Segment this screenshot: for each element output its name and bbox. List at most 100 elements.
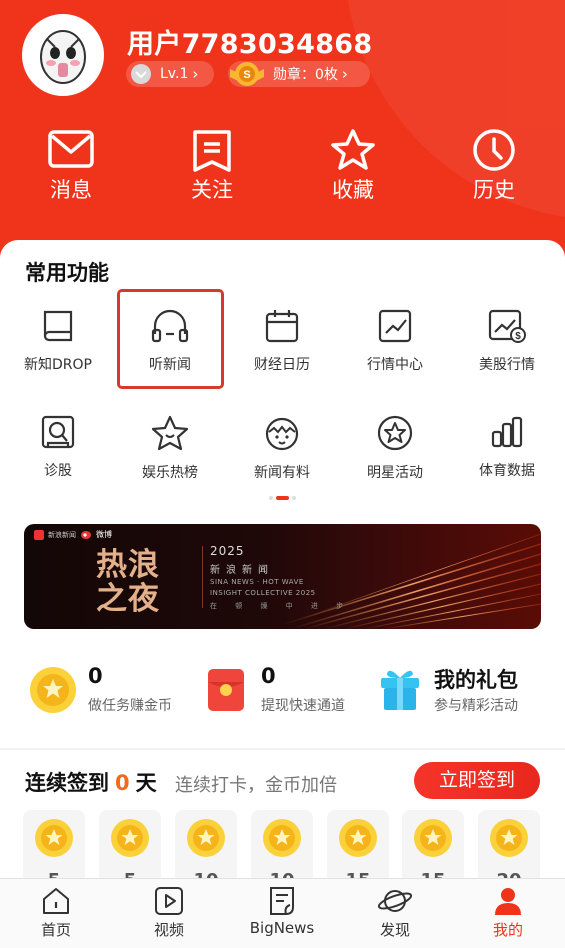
event-banner[interactable]: 新浪新闻 微博 热浪之夜 2025 新浪新闻 SINA NEWS · HOT W… (24, 524, 541, 629)
chart-icon (378, 309, 412, 343)
red-envelope-icon (208, 669, 244, 711)
page-indicator (0, 496, 565, 500)
stat-withdraw[interactable]: 0 提现快速通道 (207, 660, 377, 720)
tab-bignews[interactable]: BigNews (232, 885, 332, 945)
level-label: Lv.1 (160, 66, 189, 82)
tab-mine[interactable]: 我的 (458, 885, 558, 945)
withdraw-label: 提现快速通道 (261, 698, 345, 714)
banner-light-streaks (284, 533, 541, 629)
envelope-icon (48, 130, 94, 168)
signin-title: 连续签到 0 天 (25, 767, 157, 797)
coin-icon (34, 818, 74, 862)
banner-divider (202, 546, 203, 608)
coin-icon (186, 818, 226, 862)
level-shield-icon (130, 64, 152, 88)
stock-dollar-icon: $ (488, 309, 526, 343)
quick-action-messages[interactable]: 消息 (21, 128, 121, 218)
signin-count: 0 (115, 771, 130, 795)
signin-hint: 连续打卡，金币加倍 (175, 775, 337, 796)
page-dot (292, 496, 296, 500)
signin-suffix: 天 (135, 771, 157, 795)
avatar-image (25, 17, 101, 93)
avatar[interactable] (22, 14, 104, 96)
coin-icon (489, 818, 529, 862)
coin-label: 做任务赚金币 (88, 698, 172, 714)
section-title: 常用功能 (25, 261, 109, 285)
func-label: 娱乐热榜 (142, 465, 198, 481)
func-label: 新知DROP (24, 357, 92, 373)
stat-coins[interactable]: 0 做任务赚金币 (29, 660, 199, 720)
page-dot (269, 496, 273, 500)
coin-icon (110, 818, 150, 862)
quick-action-favorites[interactable]: 收藏 (303, 128, 403, 218)
func-stock-diagnosis[interactable]: 诊股 (2, 414, 114, 484)
level-badge[interactable]: Lv.1 › (126, 61, 214, 87)
func-market-center[interactable]: 行情中心 (339, 308, 451, 378)
tab-label: 视频 (153, 921, 184, 939)
withdraw-count: 0 (261, 664, 276, 688)
bar-chart-icon (491, 416, 523, 448)
quick-action-history[interactable]: 历史 (444, 128, 544, 218)
gift-label: 参与精彩活动 (434, 698, 518, 714)
func-star-events[interactable]: 明星活动 (339, 414, 451, 484)
bignews-icon (270, 887, 294, 915)
banner-brand: 新浪新闻 (48, 530, 76, 539)
medal-icon: S (228, 59, 266, 93)
coin-icon (338, 818, 378, 862)
func-label: 新闻有料 (254, 465, 310, 481)
quick-action-label: 关注 (191, 178, 233, 202)
banner-year: 2025 (210, 544, 245, 558)
signin-button[interactable]: 立即签到 (414, 762, 540, 799)
gift-title: 我的礼包 (434, 668, 518, 692)
coin-icon (413, 818, 453, 862)
signin-prefix: 连续签到 (25, 771, 109, 795)
coin-count: 0 (88, 664, 103, 688)
bottom-tab-bar: 首页 视频 BigNews 发现 我的 (0, 878, 565, 948)
home-icon (43, 888, 69, 914)
func-news-youliao[interactable]: 新闻有料 (226, 414, 338, 484)
func-xinzhi-drop[interactable]: 新知DROP (2, 308, 114, 378)
func-us-stocks[interactable]: $ 美股行情 (451, 308, 563, 378)
banner-xinwen: 新浪新闻 (210, 565, 274, 576)
star-circle-icon (377, 415, 413, 451)
calendar-icon (265, 310, 299, 343)
chevron-right-icon: › (341, 65, 348, 83)
svg-text:$: $ (515, 331, 521, 342)
coin-icon (30, 667, 76, 713)
tab-label: 我的 (492, 921, 523, 939)
banner-weibo: 微博 (96, 530, 112, 539)
func-label: 美股行情 (479, 357, 535, 373)
tab-label: BigNews (249, 919, 315, 937)
func-label: 行情中心 (367, 357, 423, 373)
quick-action-label: 历史 (473, 178, 515, 202)
magnifier-icon (41, 415, 75, 449)
star-icon (331, 129, 375, 170)
username: 用户7783034868 (127, 29, 373, 60)
video-icon (155, 887, 183, 915)
func-sports-data[interactable]: 体育数据 (451, 414, 563, 484)
selection-highlight (117, 289, 224, 389)
quick-action-follow[interactable]: 关注 (162, 128, 262, 218)
func-label: 体育数据 (479, 463, 535, 479)
tab-discover[interactable]: 发现 (345, 885, 445, 945)
planet-icon (377, 890, 413, 912)
func-finance-calendar[interactable]: 财经日历 (226, 308, 338, 378)
func-label: 财经日历 (254, 357, 310, 373)
page-dot-active (276, 496, 289, 500)
gift-icon (381, 670, 419, 710)
func-label: 诊股 (44, 463, 72, 479)
clock-icon (473, 129, 515, 171)
func-label: 明星活动 (367, 465, 423, 481)
quick-action-label: 收藏 (332, 178, 374, 202)
banner-title: 热浪之夜 (96, 547, 160, 617)
stat-gift-pack[interactable]: 我的礼包 参与精彩活动 (379, 660, 554, 720)
quick-action-label: 消息 (50, 178, 92, 202)
banner-brand-row: 新浪新闻 微博 (34, 529, 112, 540)
func-entertainment-hot[interactable]: 娱乐热榜 (114, 414, 226, 484)
star-face-icon (151, 415, 189, 451)
tab-video[interactable]: 视频 (119, 885, 219, 945)
chevron-right-icon: › (192, 65, 199, 83)
chick-icon (265, 417, 299, 451)
tab-home[interactable]: 首页 (6, 885, 106, 945)
medal-badge[interactable]: S 勋章：0枚 › (228, 61, 370, 87)
